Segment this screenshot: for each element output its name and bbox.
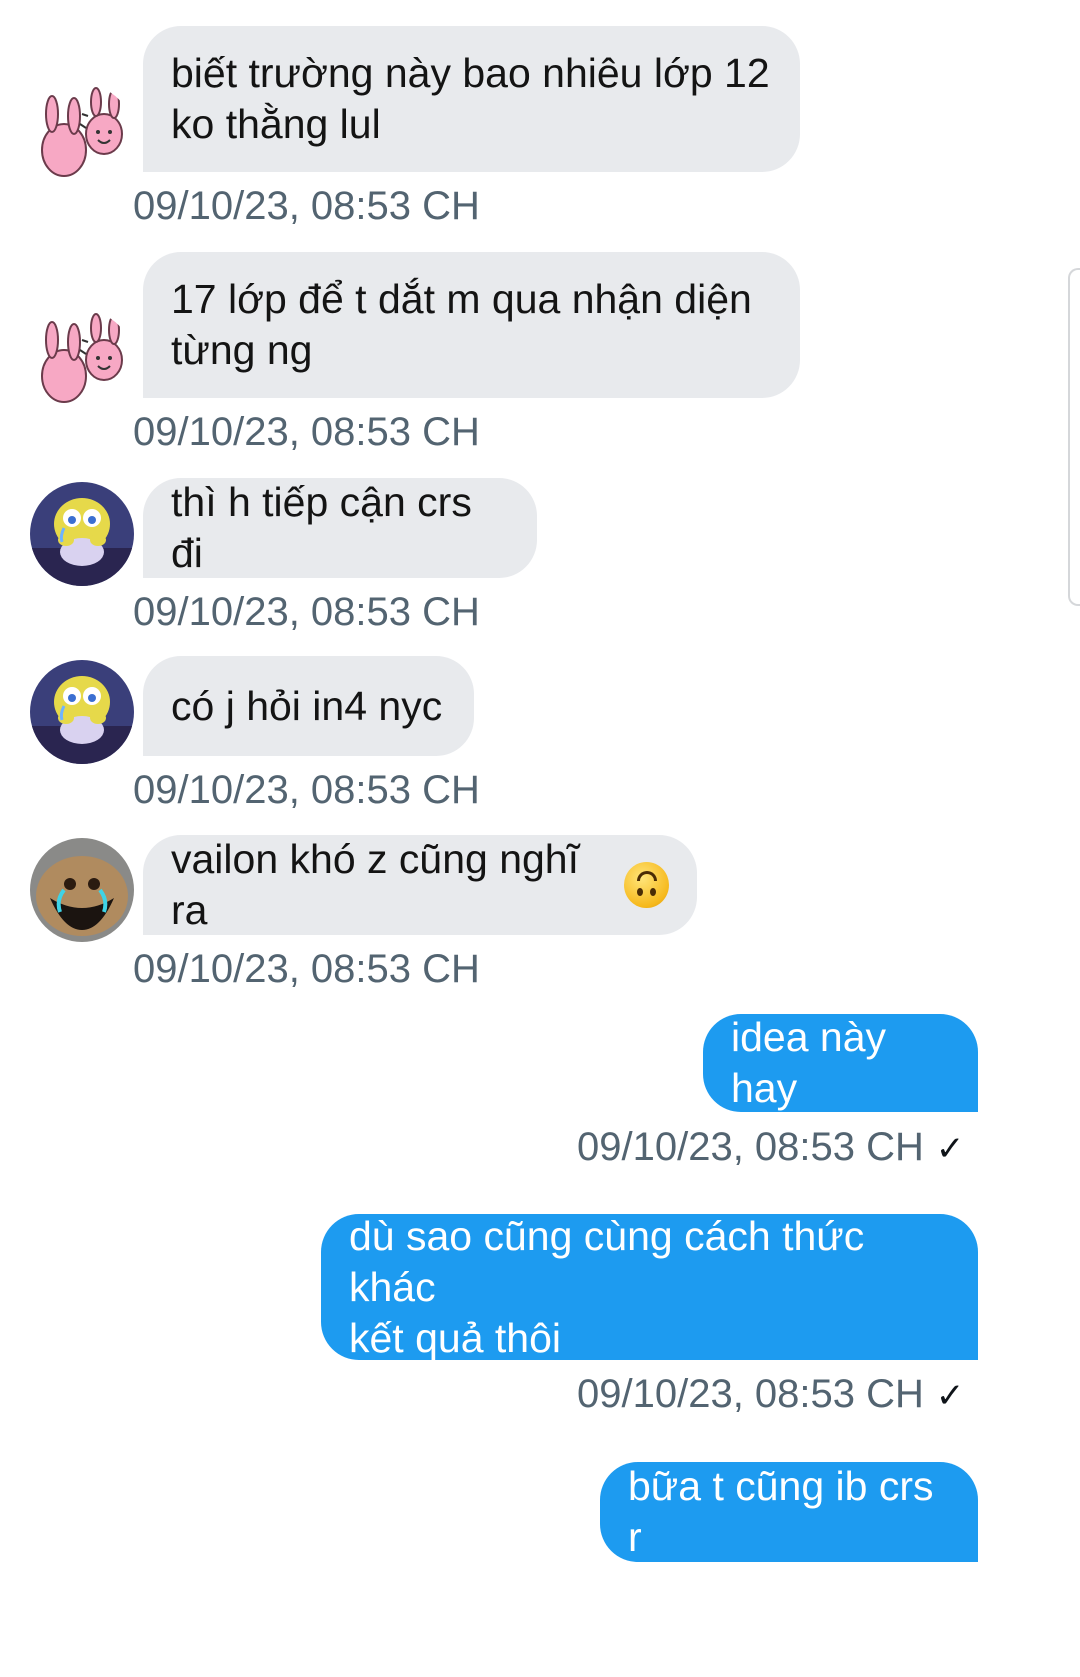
message-timestamp: 09/10/23, 08:53 CH — [133, 768, 480, 812]
message-text: idea này hay — [731, 1014, 898, 1111]
sent-check-icon: ✓ — [935, 1130, 965, 1168]
crying-face-avatar[interactable] — [30, 838, 134, 942]
chat-thread[interactable]: biết trường này bao nhiêu lớp 12 ko thằn… — [0, 0, 1080, 1677]
upside-down-face-emoji — [624, 862, 669, 908]
message-text: biết trường này bao nhiêu lớp 12 ko thằn… — [171, 50, 770, 147]
message-text: thì h tiếp cận crs đi — [171, 479, 484, 576]
message-timestamp: 09/10/23, 08:53 CH — [133, 947, 480, 991]
message-timestamp: 09/10/23, 08:53 CH — [133, 410, 480, 454]
scroll-indicator[interactable] — [1068, 268, 1080, 606]
message-text: dù sao cũng cùng cách thức khác kết quả … — [349, 1212, 865, 1361]
message-bubble[interactable]: vailon khó z cũng nghĩ ra — [143, 835, 697, 935]
message-timestamp: 09/10/23, 08:53 CH — [133, 590, 480, 634]
message-bubble[interactable]: idea này hay — [703, 1014, 978, 1112]
message-timestamp: 09/10/23, 08:53 CH ✓ — [577, 1370, 964, 1420]
message-bubble[interactable]: bữa t cũng ib crs r — [600, 1462, 978, 1562]
pink-bunny-avatar[interactable] — [30, 84, 134, 188]
message-timestamp: 09/10/23, 08:53 CH — [133, 184, 480, 228]
message-text: vailon khó z cũng nghĩ ra — [171, 836, 591, 933]
message-bubble[interactable]: thì h tiếp cận crs đi — [143, 478, 537, 578]
message-text: bữa t cũng ib crs r — [628, 1463, 945, 1560]
message-text: 17 lớp để t dắt m qua nhận diện từng ng — [171, 276, 752, 373]
message-bubble[interactable]: 17 lớp để t dắt m qua nhận diện từng ng — [143, 252, 800, 398]
message-timestamp: 09/10/23, 08:53 CH ✓ — [577, 1123, 964, 1173]
message-bubble[interactable]: dù sao cũng cùng cách thức khác kết quả … — [321, 1213, 978, 1361]
message-text: có j hỏi in4 nyc — [171, 682, 443, 729]
pink-bunny-avatar[interactable] — [30, 310, 134, 414]
spongebob-avatar[interactable] — [30, 482, 134, 586]
spongebob-avatar[interactable] — [30, 660, 134, 764]
message-bubble[interactable]: biết trường này bao nhiêu lớp 12 ko thằn… — [143, 26, 800, 172]
timestamp-text: 09/10/23, 08:53 CH — [577, 1372, 924, 1416]
message-bubble[interactable]: có j hỏi in4 nyc — [143, 656, 474, 756]
timestamp-text: 09/10/23, 08:53 CH — [577, 1125, 924, 1169]
sent-check-icon: ✓ — [935, 1377, 965, 1415]
